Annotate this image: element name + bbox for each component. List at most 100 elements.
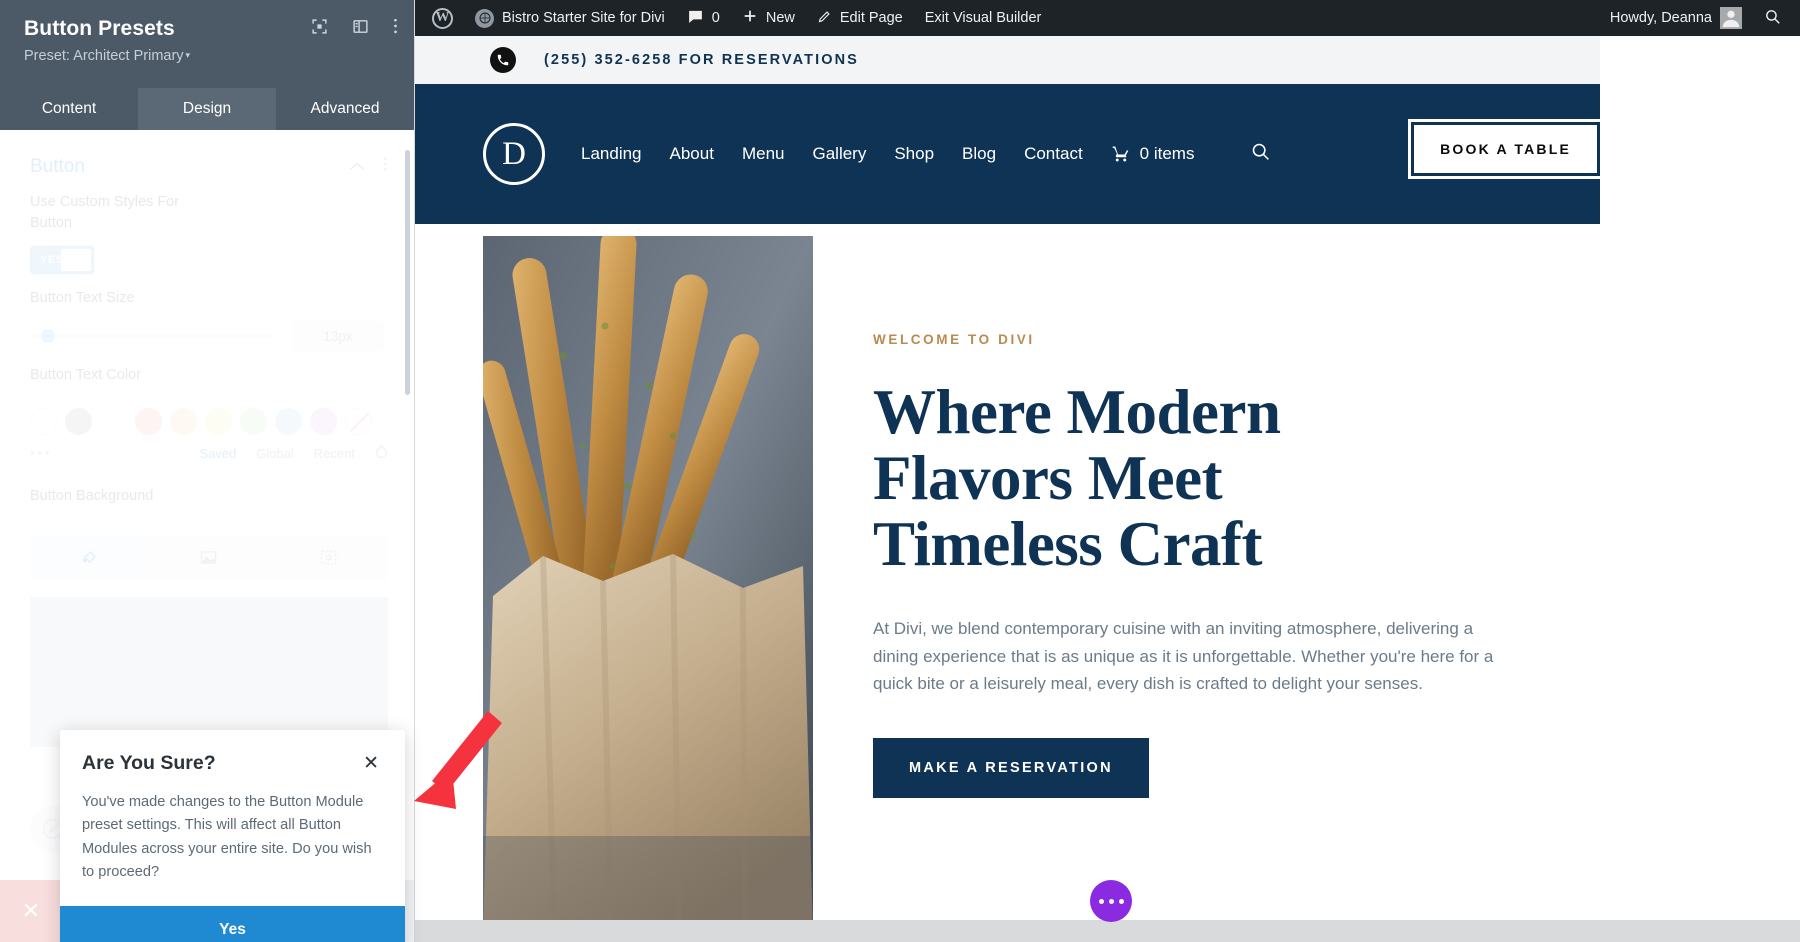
background-color-preview[interactable] [30, 597, 388, 748]
color-tab-recent[interactable]: Recent [314, 446, 355, 461]
swatch-purple[interactable] [310, 408, 337, 436]
button-background-label: Button Background [30, 488, 154, 505]
divi-logo[interactable]: D [483, 123, 545, 185]
are-you-sure-dialog: Are You Sure? ✕ You've made changes to t… [60, 730, 405, 942]
section-actions [349, 156, 388, 177]
panel-preset-selector[interactable]: Preset: Architect Primary ▾ [24, 48, 394, 64]
nav-item-landing[interactable]: Landing [581, 144, 642, 164]
field-button-background: Button Background [0, 462, 414, 523]
nav-item-shop[interactable]: Shop [894, 144, 934, 164]
plus-icon [742, 8, 758, 28]
hero-section: WELCOME TO DIVI Where Modern Flavors Mee… [483, 236, 1668, 936]
nav-search-icon[interactable] [1250, 141, 1271, 168]
panel-header-actions [311, 17, 398, 35]
new-label: New [765, 10, 795, 26]
use-custom-styles-toggle[interactable]: YES [30, 246, 94, 275]
color-tab-global[interactable]: Global [256, 446, 294, 461]
settings-tabs: Content Design Advanced [0, 88, 414, 130]
comment-bubble-icon [687, 8, 704, 29]
swatch-blue[interactable] [275, 408, 302, 436]
button-text-size-slider[interactable] [34, 329, 270, 344]
section-button[interactable]: Button [0, 130, 414, 182]
bg-gradient-tab[interactable] [149, 535, 268, 579]
comment-count: 0 [711, 10, 720, 26]
nav-item-gallery[interactable]: Gallery [812, 144, 866, 164]
swatch-white[interactable] [30, 408, 57, 436]
divi-builder-fab[interactable] [1090, 880, 1132, 922]
panel-preset-label: Preset: Architect Primary [24, 48, 184, 65]
swatch-yellow[interactable] [205, 408, 232, 436]
color-swatch-row [0, 402, 414, 436]
tab-advanced[interactable]: Advanced [276, 88, 414, 130]
section-more-icon[interactable] [383, 156, 388, 177]
tab-content[interactable]: Content [0, 88, 138, 130]
slider-handle[interactable] [41, 329, 56, 344]
howdy-label: Howdy, Deanna [1609, 10, 1712, 26]
nav-item-blog[interactable]: Blog [962, 144, 996, 164]
focus-target-icon[interactable] [311, 18, 328, 35]
cart-icon [1112, 146, 1128, 162]
color-more-dots-icon[interactable]: ••• [30, 445, 52, 462]
toggle-knob [61, 249, 91, 272]
exit-visual-builder-menu[interactable]: Exit Visual Builder [914, 0, 1053, 36]
section-button-label: Button [30, 156, 85, 177]
hero-heading-line-1: Where Modern [873, 377, 1281, 447]
my-account-menu[interactable]: Howdy, Deanna [1599, 0, 1753, 36]
settings-panel-header: Button Presets Preset: Architect Primary… [0, 0, 414, 88]
button-text-size-control: 13px [30, 321, 384, 352]
admin-bar-right: Howdy, Deanna [1599, 0, 1800, 36]
make-a-reservation-button[interactable]: MAKE A RESERVATION [873, 738, 1149, 799]
comments-menu[interactable]: 0 [676, 0, 731, 36]
use-custom-styles-label: Use Custom Styles For Button [30, 194, 180, 232]
more-options-icon[interactable] [393, 17, 398, 35]
admin-bar-search[interactable] [1753, 0, 1792, 36]
button-text-size-value[interactable]: 13px [292, 321, 384, 352]
admin-bar-left: W Bistro Starter Site for Divi 0 New Edi… [415, 0, 1052, 36]
color-picker-icon[interactable] [375, 445, 388, 462]
preview-bottom-strip [415, 920, 1800, 942]
nav-item-contact[interactable]: Contact [1024, 144, 1083, 164]
avatar [1720, 7, 1742, 29]
close-icon[interactable]: ✕ [359, 752, 383, 775]
visual-builder-preview: (255) 352-6258 FOR RESERVATIONS D Landin… [415, 36, 1800, 942]
wp-logo-menu[interactable]: W [421, 0, 464, 36]
bg-image-tab[interactable] [269, 535, 388, 579]
hero-heading-line-2: Flavors Meet [873, 443, 1223, 514]
confirm-yes-button[interactable]: Yes [60, 906, 405, 942]
site-topbar: (255) 352-6258 FOR RESERVATIONS [415, 36, 1600, 84]
dialog-body-text: You've made changes to the Button Module… [82, 794, 372, 881]
app-root: (255) 352-6258 FOR RESERVATIONS D Landin… [0, 0, 1800, 942]
hero-heading-line-3: Timeless Craft [873, 509, 1263, 580]
fab-dot-2 [1108, 898, 1114, 904]
swatch-green[interactable] [240, 408, 267, 436]
settings-panel-scrollbar[interactable] [405, 150, 410, 395]
edit-page-menu[interactable]: Edit Page [806, 0, 914, 36]
hero-paragraph: At Divi, we blend contemporary cuisine w… [873, 619, 1494, 694]
chevron-up-icon[interactable] [349, 158, 365, 176]
hero-eyebrow: WELCOME TO DIVI [873, 332, 1035, 347]
panel-layout-icon[interactable] [352, 18, 369, 35]
hero-image [483, 236, 813, 936]
preview-right-gutter [1600, 176, 1800, 920]
wordpress-logo-icon: W [432, 7, 453, 29]
site-name-menu[interactable]: Bistro Starter Site for Divi [464, 0, 676, 36]
tab-design[interactable]: Design [138, 88, 276, 130]
phone-number-text[interactable]: (255) 352-6258 FOR RESERVATIONS [544, 52, 859, 68]
cancel-changes-button[interactable]: ✕ [0, 880, 62, 942]
swatch-gray[interactable] [65, 408, 92, 436]
swatch-none[interactable] [345, 408, 372, 436]
nav-item-menu[interactable]: Menu [742, 144, 785, 164]
primary-nav: Landing About Menu Gallery Shop Blog Con… [581, 141, 1271, 168]
cart-link[interactable]: 0 items [1111, 144, 1194, 164]
fab-dot-1 [1098, 898, 1104, 904]
chevron-down-icon: ▾ [185, 50, 191, 61]
color-source-tabs: ••• Saved Global Recent [0, 435, 414, 462]
book-a-table-button[interactable]: BOOK A TABLE [1411, 122, 1600, 176]
bg-color-tab[interactable] [30, 535, 150, 580]
swatch-orange[interactable] [170, 408, 197, 436]
swatch-red[interactable] [135, 408, 162, 436]
nav-item-about[interactable]: About [670, 144, 714, 164]
search-icon [1764, 8, 1781, 29]
new-content-menu[interactable]: New [731, 0, 806, 36]
color-tab-saved[interactable]: Saved [199, 446, 236, 461]
